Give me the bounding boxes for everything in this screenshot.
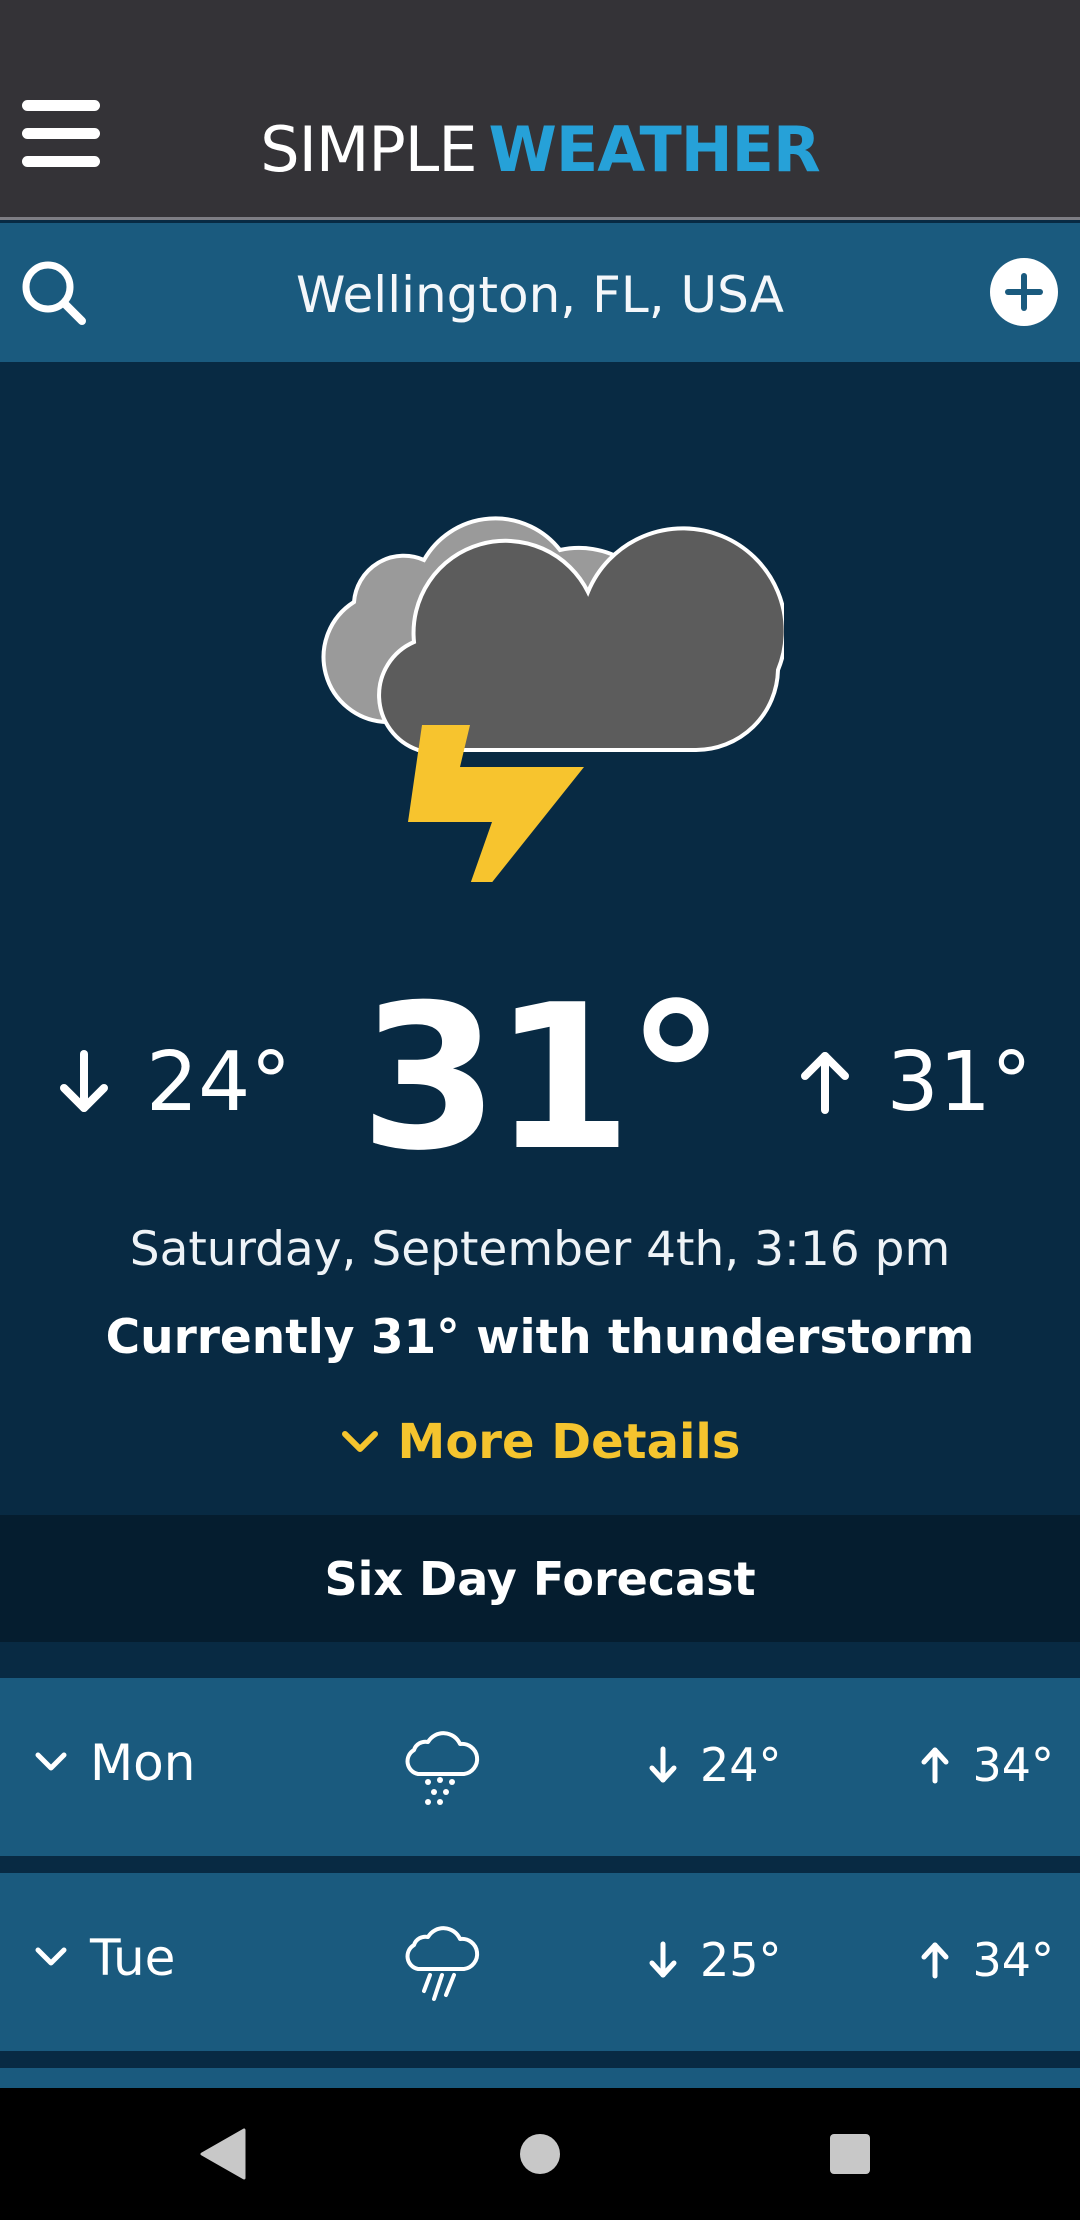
chevron-down-icon: [341, 1431, 378, 1452]
app-title-light: SIMPLE: [260, 113, 477, 186]
app-title-bold: WEATHER: [488, 113, 821, 186]
recents-icon[interactable]: [830, 2134, 870, 2174]
chevron-down-icon: [35, 1947, 67, 1966]
location-bar: Wellington, FL, USA: [0, 223, 1080, 362]
app-title: SIMPLE WEATHER: [0, 113, 1080, 186]
current-summary: Currently 31° with thunderstorm: [105, 1310, 975, 1365]
add-location-button[interactable]: [990, 258, 1058, 326]
forecast-heading: Six Day Forecast: [0, 1515, 1080, 1642]
forecast-day: Mon: [90, 1734, 196, 1792]
forecast-high: 34°: [920, 1738, 1054, 1792]
app-bar: SIMPLE WEATHER: [0, 0, 1080, 220]
system-nav-bar: [0, 2088, 1080, 2220]
hamburger-icon: [22, 100, 100, 111]
location-name[interactable]: Wellington, FL, USA: [0, 266, 1080, 324]
arrow-up-icon: [800, 1052, 849, 1114]
more-details-label: More Details: [397, 1414, 741, 1470]
arrow-up-icon: [921, 1747, 949, 1784]
forecast-high: 34°: [920, 1933, 1054, 1987]
current-datetime: Saturday, September 4th, 3:16 pm: [129, 1222, 951, 1277]
forecast-row[interactable]: Tue 25° 34°: [0, 1873, 1080, 2051]
current-conditions: 24° 31° 31° Saturday, September 4th, 3:1…: [0, 362, 1080, 1515]
thunderstorm-icon: [321, 516, 784, 882]
chevron-down-icon: [35, 1752, 67, 1771]
forecast-high-value: 34°: [972, 1933, 1054, 1987]
forecast-low: 24°: [648, 1738, 782, 1792]
forecast-day: Tue: [90, 1929, 176, 1987]
today-high: 31°: [799, 1032, 1032, 1132]
back-icon[interactable]: [200, 2128, 246, 2180]
rain-icon: [405, 1926, 480, 2001]
forecast-high-value: 34°: [972, 1738, 1054, 1792]
forecast-low: 25°: [648, 1933, 782, 1987]
forecast-low-value: 24°: [700, 1738, 782, 1792]
forecast-low-value: 25°: [700, 1933, 782, 1987]
today-high-value: 31°: [886, 1034, 1032, 1130]
more-details-button[interactable]: More Details: [0, 1414, 1080, 1470]
forecast-list: Mon 24° 34° Tue 25° 34°: [0, 1642, 1080, 2097]
arrow-down-icon: [649, 1746, 677, 1783]
home-icon[interactable]: [520, 2134, 560, 2174]
arrow-down-icon: [649, 1941, 677, 1978]
arrow-up-icon: [921, 1942, 949, 1979]
drizzle-icon: [405, 1731, 480, 1805]
forecast-row[interactable]: Mon 24° 34°: [0, 1678, 1080, 1856]
